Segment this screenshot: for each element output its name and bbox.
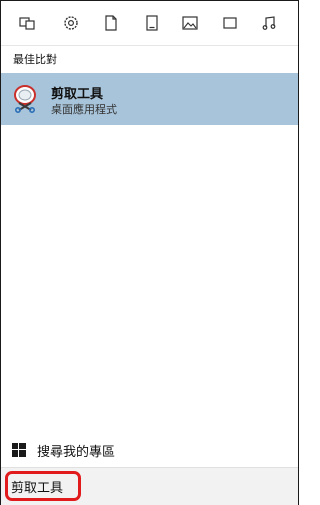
videos-icon[interactable] [220, 13, 240, 33]
result-title: 剪取工具 [51, 87, 104, 102]
search-my-stuff-label: 搜尋我的專區 [37, 445, 116, 460]
settings-icon[interactable] [61, 13, 81, 33]
search-panel: 最佳比對 剪取工具 桌面應用程式 搜尋我的專區 剪取工具 [0, 0, 299, 505]
photos-icon[interactable] [180, 13, 200, 33]
best-match-result[interactable]: 剪取工具 桌面應用程式 [1, 73, 298, 125]
divider [1, 45, 298, 46]
apps-icon[interactable] [17, 13, 37, 33]
section-title: 最佳比對 [13, 53, 57, 66]
search-my-stuff-button[interactable]: 搜尋我的專區 [1, 431, 298, 467]
music-icon[interactable] [259, 13, 279, 33]
folders-icon[interactable] [142, 13, 162, 33]
snipping-tool-icon [11, 83, 41, 113]
result-subtitle: 桌面應用程式 [51, 103, 117, 116]
filter-toolbar [1, 1, 298, 45]
documents-icon[interactable] [101, 13, 121, 33]
search-highlight-box [5, 471, 81, 501]
windows-logo-icon [12, 442, 26, 457]
